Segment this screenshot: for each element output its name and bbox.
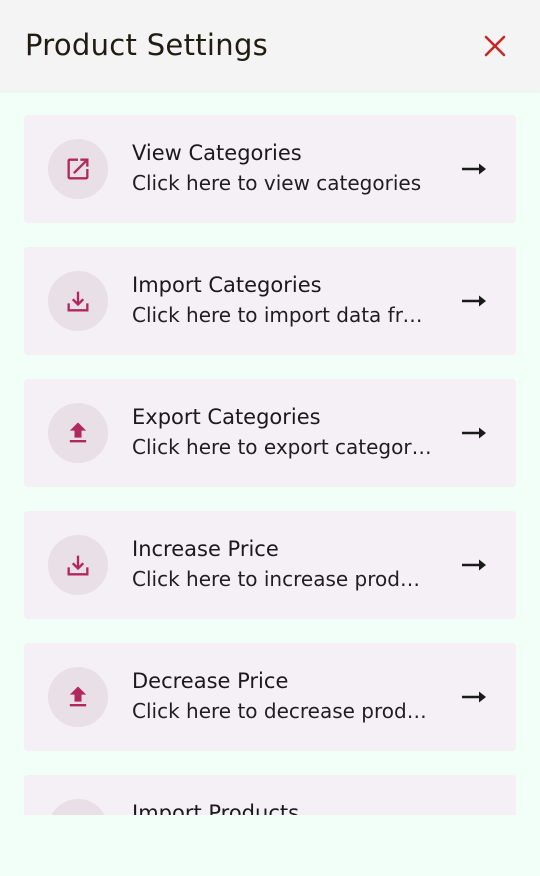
item-title: Decrease Price (132, 669, 289, 693)
arrow-right-icon (460, 289, 488, 313)
arrow-right-icon (460, 421, 488, 445)
download-icon (67, 555, 89, 576)
item-icon-badge (48, 535, 108, 595)
download-icon (67, 291, 89, 312)
close-icon (484, 35, 506, 57)
item-title: Increase Price (132, 537, 279, 561)
settings-item-import-products[interactable]: Import Products (24, 775, 516, 815)
arrow-right-icon (460, 157, 488, 181)
arrow-right-icon (460, 685, 488, 709)
item-subtitle: Click here to import data from file (132, 303, 432, 327)
item-icon-badge (48, 799, 108, 815)
item-title: View Categories (132, 141, 302, 165)
open-in-new-icon (67, 158, 89, 180)
settings-item-increase-price[interactable]: Increase Price Click here to increase pr… (24, 511, 516, 619)
item-icon-badge (48, 667, 108, 727)
item-icon-badge (48, 403, 108, 463)
settings-item-import-categories[interactable]: Import Categories Click here to import d… (24, 247, 516, 355)
item-subtitle: Click here to view categories (132, 171, 422, 195)
app-bar: Product Settings (0, 0, 540, 91)
close-button[interactable] (479, 30, 511, 62)
arrow-right-icon (460, 553, 488, 577)
item-icon-badge (48, 139, 108, 199)
item-title: Import Categories (132, 273, 322, 297)
upload-icon (69, 422, 87, 443)
item-subtitle: Click here to increase product price (132, 567, 432, 591)
item-icon-badge (48, 271, 108, 331)
settings-list[interactable]: View Categories Click here to view categ… (0, 91, 540, 815)
item-title: Import Products (132, 801, 300, 815)
settings-item-export-categories[interactable]: Export Categories Click here to export c… (24, 379, 516, 487)
settings-item-view-categories[interactable]: View Categories Click here to view categ… (24, 115, 516, 223)
item-subtitle: Click here to decrease product price (132, 699, 432, 723)
page-title: Product Settings (25, 28, 269, 62)
upload-icon (69, 686, 87, 707)
settings-item-decrease-price[interactable]: Decrease Price Click here to decrease pr… (24, 643, 516, 751)
item-subtitle: Click here to export categories (132, 435, 432, 459)
item-title: Export Categories (132, 405, 321, 429)
